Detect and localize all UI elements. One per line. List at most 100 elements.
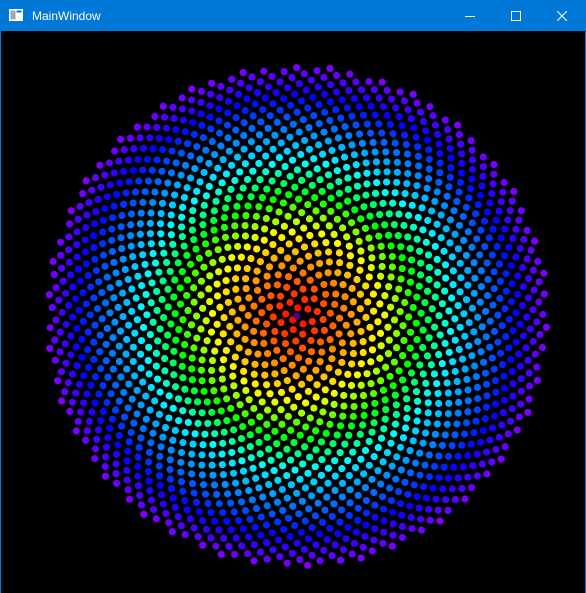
spiral-dot (275, 208, 283, 216)
spiral-dot (51, 356, 59, 364)
spiral-dot (102, 443, 111, 451)
spiral-dot (453, 121, 462, 129)
spiral-dot (169, 436, 177, 444)
spiral-dot (143, 311, 151, 319)
spiral-dot (522, 344, 530, 352)
spiral-dot (362, 282, 370, 290)
spiral-dot (277, 139, 285, 147)
spiral-dot (236, 168, 244, 176)
spiral-dot (191, 430, 199, 438)
spiral-dot (526, 325, 534, 333)
spiral-dot (402, 456, 410, 464)
spiral-dot (424, 216, 432, 225)
spiral-dot (64, 246, 73, 254)
spiral-dot (151, 259, 160, 267)
spiral-dot (135, 443, 143, 452)
spiral-dot (308, 524, 316, 532)
spiral-dot (188, 216, 196, 224)
spiral-dot (468, 165, 477, 174)
spiral-dot (479, 172, 487, 180)
spiral-dot (139, 166, 147, 174)
spiral-dot (454, 409, 462, 417)
spiral-dot (223, 517, 231, 525)
spiral-dot (353, 275, 361, 284)
spiral-dot (285, 191, 293, 199)
spiral-dot (123, 466, 131, 475)
spiral-dot (267, 456, 275, 464)
spiral-dot (197, 325, 205, 333)
spiral-dot (240, 367, 248, 375)
spiral-dot (383, 158, 391, 166)
spiral-dot (440, 463, 448, 471)
window-app-icon[interactable] (9, 9, 23, 21)
spiral-dot (455, 131, 464, 139)
spiral-dot (378, 129, 386, 137)
spiral-dot (378, 493, 387, 501)
spiral-dot (218, 179, 226, 187)
spiral-dot (332, 88, 341, 96)
spiral-dot (467, 136, 475, 145)
spiral-dot (230, 550, 239, 558)
spiral-dot (225, 542, 233, 551)
spiral-dot (338, 96, 346, 104)
spiral-dot (383, 449, 392, 457)
spiral-dot (65, 258, 73, 266)
spiral-dot (356, 305, 364, 313)
spiral-dot (441, 261, 450, 269)
spiral-dot (265, 445, 273, 453)
spiral-dot (256, 531, 265, 539)
spiral-dot (501, 305, 509, 313)
spiral-dot (198, 461, 206, 469)
spiral-dot (217, 407, 225, 415)
spiral-dot (316, 259, 324, 268)
spiral-dot (101, 204, 109, 213)
spiral-dot (445, 307, 453, 315)
spiral-dot (448, 253, 456, 261)
title-bar[interactable]: MainWindow (1, 1, 585, 31)
spiral-dot (238, 542, 246, 550)
spiral-dot (345, 472, 353, 480)
spiral-dot (215, 129, 224, 137)
spiral-dot (145, 343, 153, 351)
spiral-dot (340, 402, 348, 410)
spiral-dot (88, 408, 96, 416)
spiral-dot (300, 243, 309, 251)
spiral-dot (83, 211, 91, 219)
spiral-dot (210, 150, 219, 159)
spiral-dot (499, 188, 507, 196)
spiral-dot (74, 417, 82, 426)
spiral-dot (470, 259, 478, 267)
spiral-dot (228, 459, 236, 467)
spiral-dot (261, 94, 269, 102)
spiral-dot (339, 79, 347, 87)
spiral-dot (359, 348, 367, 357)
spiral-dot (315, 530, 324, 538)
spiral-dot (390, 430, 398, 438)
maximize-button[interactable] (493, 1, 539, 31)
spiral-dot (336, 449, 344, 457)
spiral-dot (200, 201, 208, 209)
spiral-dot (297, 97, 306, 105)
spiral-dot (200, 168, 208, 177)
spiral-dot (184, 418, 192, 427)
close-button[interactable] (539, 1, 585, 31)
minimize-button[interactable] (447, 1, 493, 31)
spiral-dot (270, 359, 279, 367)
spiral-dot (155, 410, 164, 418)
spiral-dot (517, 375, 525, 383)
spiral-dot (357, 554, 365, 562)
spiral-dot (433, 220, 441, 228)
spiral-dot (322, 290, 330, 298)
spiral-dot (249, 167, 257, 175)
spiral-dot (170, 371, 178, 379)
spiral-dot (426, 516, 434, 524)
spiral-dot (45, 290, 54, 299)
spiral-dot (106, 181, 114, 189)
spiral-dot (419, 326, 427, 334)
spiral-dot (398, 122, 406, 130)
minimize-icon (465, 16, 475, 17)
spiral-dot (379, 458, 387, 466)
spiral-dot (260, 339, 268, 347)
spiral-dot (94, 195, 102, 203)
spiral-dot (464, 408, 472, 416)
